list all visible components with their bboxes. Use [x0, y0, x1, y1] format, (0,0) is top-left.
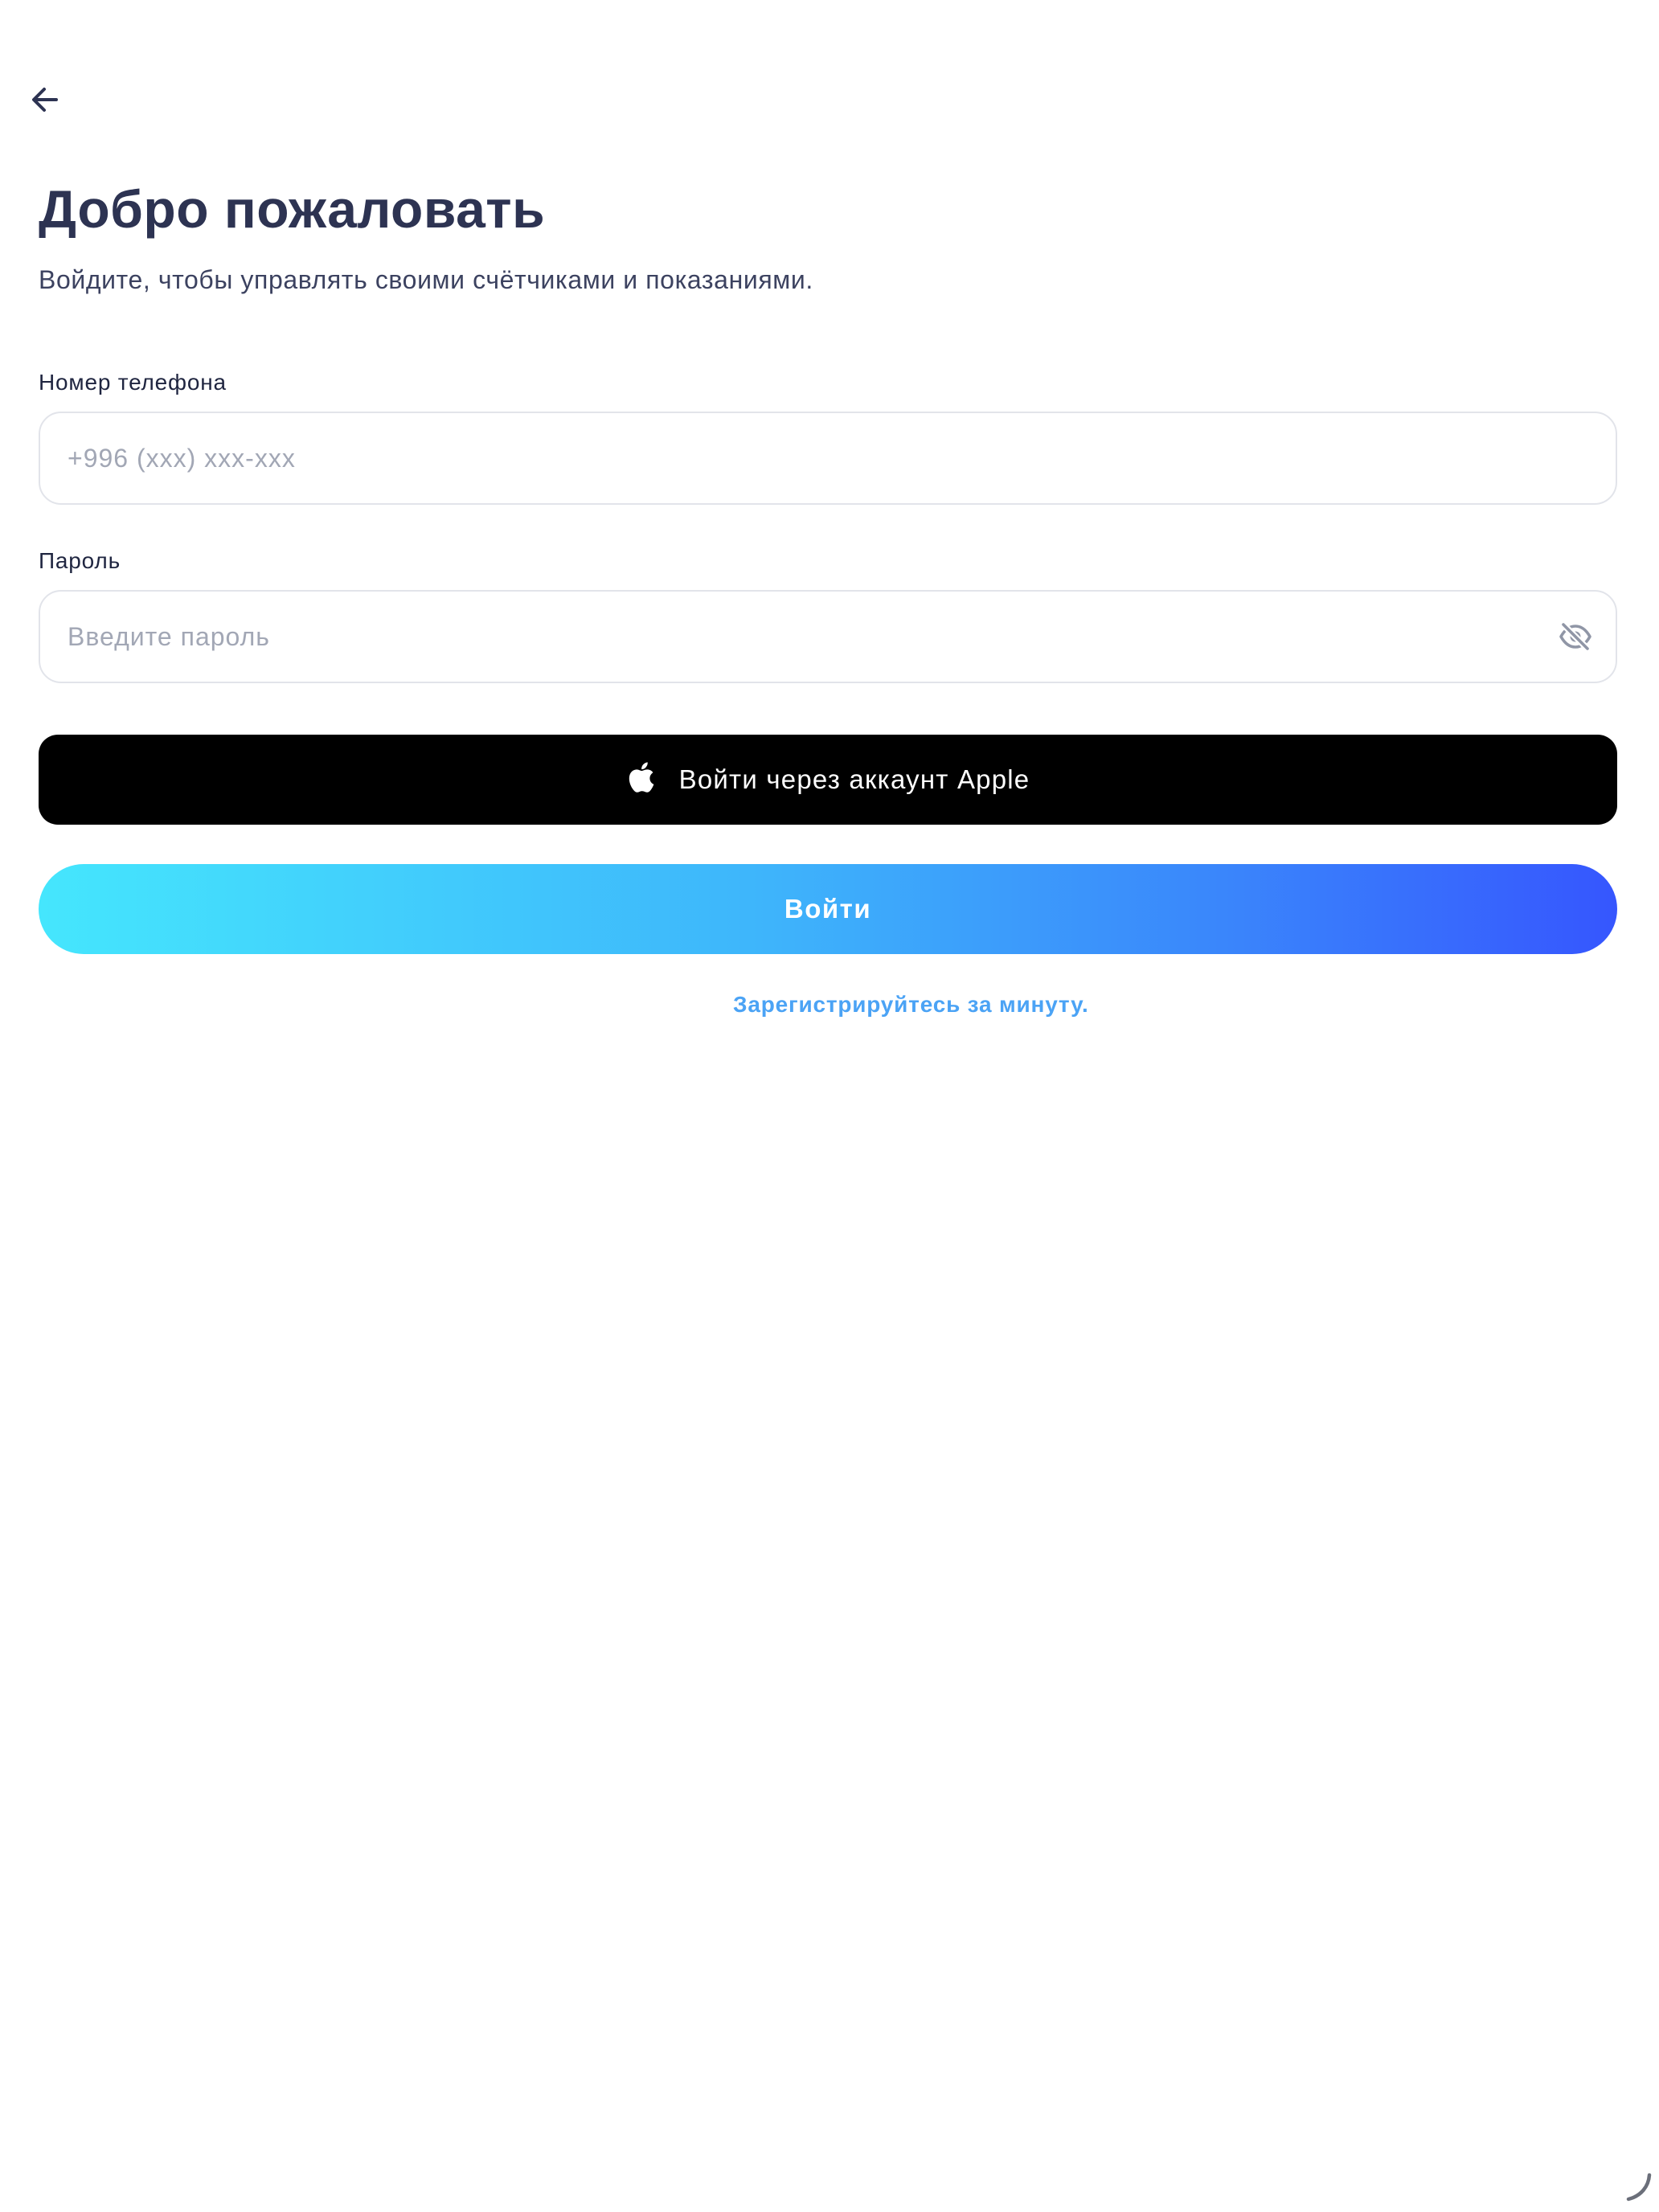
- phone-field-label: Номер телефона: [39, 370, 227, 395]
- password-field: [39, 590, 1617, 683]
- phone-input[interactable]: [40, 413, 1616, 503]
- register-link[interactable]: Зарегистрируйтесь за минуту.: [733, 992, 1089, 1018]
- password-field-label: Пароль: [39, 548, 121, 573]
- loading-spinner-icon: [1626, 2173, 1652, 2202]
- eye-off-icon: [1559, 621, 1591, 652]
- password-input[interactable]: [40, 592, 1550, 682]
- login-button-label: Войти: [784, 894, 872, 924]
- phone-field: [39, 412, 1617, 505]
- login-button[interactable]: Войти: [39, 864, 1617, 954]
- apple-logo-icon: [629, 762, 654, 793]
- page-subtitle: Войдите, чтобы управлять своими счётчика…: [39, 265, 813, 294]
- back-button[interactable]: [23, 77, 68, 122]
- arrow-left-icon: [32, 88, 58, 112]
- password-visibility-toggle[interactable]: [1550, 611, 1601, 662]
- apple-signin-label: Войти через аккаунт Apple: [678, 764, 1030, 794]
- page-title: Добро пожаловать: [39, 179, 546, 239]
- apple-signin-button[interactable]: Войти через аккаунт Apple: [39, 735, 1617, 825]
